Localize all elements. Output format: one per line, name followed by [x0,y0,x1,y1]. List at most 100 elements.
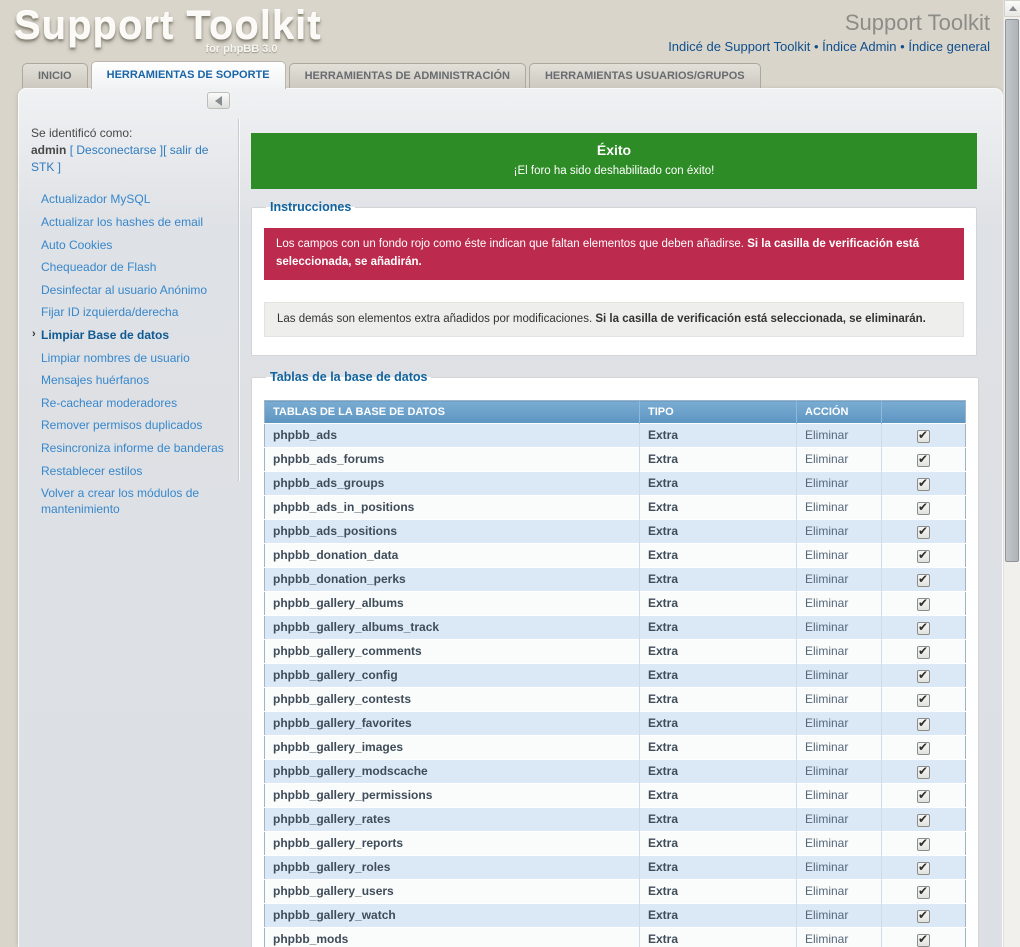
logout-link[interactable]: [ Desconectarse ] [70,143,163,157]
row-checkbox[interactable] [917,814,930,827]
row-checkbox[interactable] [917,718,930,731]
table-name-cell: phpbb_gallery_favorites [265,712,640,736]
row-checkbox[interactable] [917,934,930,947]
eliminar-link[interactable]: Eliminar [805,788,848,802]
table-name-cell: phpbb_gallery_roles [265,856,640,880]
sidebar-item-link[interactable]: Chequeador de Flash [41,260,156,274]
header-nav-link[interactable]: Índice Admin [810,39,896,54]
sidebar-item-link[interactable]: Desinfectar al usuario Anónimo [41,283,207,297]
table-action-cell: Eliminar [797,520,882,544]
user-block: Se identificó como: admin [ Desconectars… [31,125,213,175]
row-checkbox[interactable] [917,526,930,539]
table-type-cell: Extra [640,736,797,760]
table-name-cell: phpbb_gallery_users [265,880,640,904]
eliminar-link[interactable]: Eliminar [805,932,848,946]
table-row: phpbb_ads Extra Eliminar [265,424,966,448]
sidebar-item-link[interactable]: Re-cachear moderadores [41,396,177,410]
eliminar-link[interactable]: Eliminar [805,716,848,730]
row-checkbox[interactable] [917,646,930,659]
table-action-cell: Eliminar [797,592,882,616]
table-action-cell: Eliminar [797,904,882,928]
sidebar-item-link[interactable]: Limpiar nombres de usuario [41,351,190,365]
row-checkbox[interactable] [917,886,930,899]
eliminar-link[interactable]: Eliminar [805,908,848,922]
row-checkbox[interactable] [917,550,930,563]
eliminar-link[interactable]: Eliminar [805,596,848,610]
eliminar-link[interactable]: Eliminar [805,740,848,754]
tab[interactable]: HERRAMIENTAS DE ADMINISTRACIÓN [289,63,526,88]
row-checkbox[interactable] [917,430,930,443]
scrollbar-thumb[interactable] [1005,19,1019,562]
row-checkbox[interactable] [917,670,930,683]
row-checkbox[interactable] [917,910,930,923]
row-checkbox[interactable] [917,502,930,515]
table-row: phpbb_gallery_watch Extra Eliminar [265,904,966,928]
tab[interactable]: HERRAMIENTAS USUARIOS/GRUPOS [529,63,761,88]
eliminar-link[interactable]: Eliminar [805,860,848,874]
table-row: phpbb_mods Extra Eliminar [265,928,966,947]
eliminar-link[interactable]: Eliminar [805,500,848,514]
row-checkbox[interactable] [917,694,930,707]
table-checkbox-cell [882,544,966,568]
row-checkbox[interactable] [917,598,930,611]
table-checkbox-cell [882,592,966,616]
eliminar-link[interactable]: Eliminar [805,476,848,490]
table-checkbox-cell [882,688,966,712]
row-checkbox[interactable] [917,574,930,587]
table-checkbox-cell [882,448,966,472]
table-name-cell: phpbb_gallery_albums [265,592,640,616]
sidebar-item-link[interactable]: Fijar ID izquierda/derecha [41,305,178,319]
eliminar-link[interactable]: Eliminar [805,836,848,850]
username: admin [31,143,66,157]
eliminar-link[interactable]: Eliminar [805,644,848,658]
row-checkbox[interactable] [917,742,930,755]
sidebar-item-link[interactable]: Volver a crear los módulos de mantenimie… [41,486,199,516]
sidebar-item-link[interactable]: Mensajes huérfanos [41,373,149,387]
eliminar-link[interactable]: Eliminar [805,692,848,706]
table-name-cell: phpbb_ads_groups [265,472,640,496]
header-nav-link[interactable]: Índice general [897,39,990,54]
eliminar-link[interactable]: Eliminar [805,812,848,826]
eliminar-link[interactable]: Eliminar [805,428,848,442]
sidebar-item-link[interactable]: Actualizar los hashes de email [41,215,203,229]
eliminar-link[interactable]: Eliminar [805,452,848,466]
sidebar-item: Limpiar nombres de usuario [41,351,227,367]
arrow-left-icon [215,96,222,106]
sidebar-item: Resincroniza informe de banderas [41,441,227,457]
tab[interactable]: INICIO [22,63,88,88]
table-checkbox-cell [882,832,966,856]
page-scrollbar[interactable] [1003,0,1020,947]
eliminar-link[interactable]: Eliminar [805,884,848,898]
eliminar-link[interactable]: Eliminar [805,524,848,538]
row-checkbox[interactable] [917,838,930,851]
row-checkbox[interactable] [917,478,930,491]
eliminar-link[interactable]: Eliminar [805,668,848,682]
table-name-cell: phpbb_gallery_modscache [265,760,640,784]
table-row: phpbb_ads_groups Extra Eliminar [265,472,966,496]
table-name-cell: phpbb_donation_data [265,544,640,568]
table-row: phpbb_donation_perks Extra Eliminar [265,568,966,592]
scrollbar-up-button[interactable] [1004,0,1020,17]
row-checkbox[interactable] [917,622,930,635]
eliminar-link[interactable]: Eliminar [805,764,848,778]
eliminar-link[interactable]: Eliminar [805,548,848,562]
row-checkbox[interactable] [917,790,930,803]
table-name-cell: phpbb_gallery_comments [265,640,640,664]
sidebar-item-link[interactable]: Restablecer estilos [41,464,142,478]
row-checkbox[interactable] [917,766,930,779]
sidebar-item-link[interactable]: Limpiar Base de datos [41,328,169,342]
collapse-sidebar-button[interactable] [207,92,230,109]
row-checkbox[interactable] [917,454,930,467]
eliminar-link[interactable]: Eliminar [805,620,848,634]
table-type-cell: Extra [640,904,797,928]
tab[interactable]: HERRAMIENTAS DE SOPORTE [91,61,286,89]
row-checkbox[interactable] [917,862,930,875]
eliminar-link[interactable]: Eliminar [805,572,848,586]
sidebar-item-link[interactable]: Remover permisos duplicados [41,418,202,432]
sidebar-item-link[interactable]: Actualizador MySQL [41,192,150,206]
sidebar-item-link[interactable]: Resincroniza informe de banderas [41,441,224,455]
table-action-cell: Eliminar [797,712,882,736]
header-nav-link[interactable]: Indicé de Support Toolkit [668,39,810,54]
error-note: Los campos con un fondo rojo como éste i… [264,228,964,280]
sidebar-item-link[interactable]: Auto Cookies [41,238,112,252]
